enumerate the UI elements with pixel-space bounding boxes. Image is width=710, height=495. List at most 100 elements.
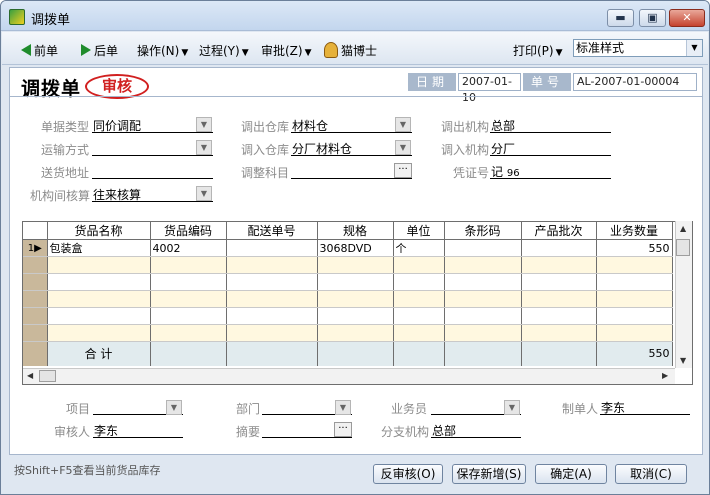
unaudit-button[interactable]: 反审核(O) xyxy=(373,464,443,484)
chevron-down-icon[interactable]: ▼ xyxy=(196,140,212,155)
chevron-down-icon[interactable]: ▼ xyxy=(196,117,212,132)
column-header[interactable]: 业务数量 xyxy=(596,222,673,240)
table-cell[interactable] xyxy=(521,290,597,308)
table-row[interactable] xyxy=(23,273,673,291)
table-cell[interactable] xyxy=(317,307,394,325)
row-header[interactable] xyxy=(23,256,48,274)
scroll-right-icon[interactable]: ▶ xyxy=(662,371,668,380)
table-cell[interactable]: 3068DVD xyxy=(317,239,394,257)
row-header[interactable] xyxy=(23,307,48,325)
table-cell[interactable] xyxy=(226,256,318,274)
row-header[interactable]: 1▶ xyxy=(23,239,48,257)
column-header[interactable]: 规格 xyxy=(317,222,394,240)
next-button[interactable]: 后单 xyxy=(81,42,118,59)
column-header[interactable]: 配送单号 xyxy=(226,222,318,240)
chevron-down-icon[interactable]: ▼ xyxy=(395,140,411,155)
table-cell[interactable] xyxy=(317,256,394,274)
table-cell[interactable] xyxy=(444,239,522,257)
table-cell[interactable] xyxy=(47,273,151,291)
table-cell[interactable] xyxy=(444,273,522,291)
chevron-down-icon[interactable]: ▼ xyxy=(504,400,520,415)
maximize-button[interactable]: ▣ xyxy=(639,9,666,27)
branch-field[interactable]: 总部 xyxy=(431,422,521,438)
column-header[interactable]: 条形码 xyxy=(444,222,522,240)
column-header[interactable]: 单位 xyxy=(393,222,445,240)
table-cell[interactable] xyxy=(226,307,318,325)
table-cell[interactable] xyxy=(393,256,445,274)
process-menu[interactable]: 过程(Y) ▼ xyxy=(199,42,249,59)
table-cell[interactable] xyxy=(393,290,445,308)
table-cell[interactable] xyxy=(444,256,522,274)
table-cell[interactable] xyxy=(596,324,673,342)
voucher-field[interactable]: 记 96 xyxy=(490,163,611,179)
table-row[interactable]: 1▶ 包装盒 4002 3068DVD 个 550 xyxy=(23,239,673,257)
table-cell[interactable] xyxy=(444,307,522,325)
row-header[interactable] xyxy=(23,324,48,342)
table-cell[interactable] xyxy=(393,273,445,291)
table-cell[interactable] xyxy=(150,324,227,342)
table-cell[interactable] xyxy=(596,290,673,308)
table-row[interactable] xyxy=(23,324,673,342)
table-cell[interactable] xyxy=(47,307,151,325)
table-cell[interactable] xyxy=(521,273,597,291)
helper-button[interactable]: 猫博士 xyxy=(324,42,377,59)
print-menu[interactable]: 打印(P) ▼ xyxy=(513,42,563,59)
chevron-down-icon[interactable]: ▼ xyxy=(395,117,411,132)
table-cell[interactable] xyxy=(596,307,673,325)
in-warehouse-field[interactable]: 分厂材料仓 xyxy=(291,140,412,156)
table-row[interactable] xyxy=(23,290,673,308)
table-cell[interactable] xyxy=(393,324,445,342)
date-field[interactable]: 2007-01-10 xyxy=(458,73,521,104)
table-cell[interactable] xyxy=(226,324,318,342)
doc-type-field[interactable]: 同价调配 xyxy=(92,117,213,133)
table-cell[interactable] xyxy=(150,256,227,274)
doc-no-field[interactable]: AL-2007-01-00004 xyxy=(573,73,697,91)
table-cell[interactable] xyxy=(226,273,318,291)
ship-address-field[interactable] xyxy=(92,163,213,179)
table-cell[interactable]: 550 xyxy=(596,239,673,257)
table-cell[interactable] xyxy=(596,256,673,274)
vertical-scroll-thumb[interactable] xyxy=(676,239,690,256)
table-cell[interactable]: 个 xyxy=(393,239,445,257)
operate-menu[interactable]: 操作(N) ▼ xyxy=(137,42,188,59)
table-cell[interactable] xyxy=(521,256,597,274)
row-header[interactable] xyxy=(23,273,48,291)
table-cell[interactable] xyxy=(521,307,597,325)
chevron-down-icon[interactable]: ▼ xyxy=(335,400,351,415)
table-cell[interactable] xyxy=(317,324,394,342)
table-cell[interactable] xyxy=(393,307,445,325)
table-cell[interactable] xyxy=(317,290,394,308)
table-cell[interactable] xyxy=(226,290,318,308)
table-cell[interactable] xyxy=(150,273,227,291)
table-cell[interactable] xyxy=(150,307,227,325)
table-cell[interactable] xyxy=(47,324,151,342)
table-cell[interactable] xyxy=(226,239,318,257)
table-cell[interactable] xyxy=(444,290,522,308)
table-row[interactable] xyxy=(23,256,673,274)
minimize-button[interactable]: ▬ xyxy=(607,9,634,27)
ellipsis-icon[interactable]: ··· xyxy=(394,163,412,178)
out-org-field[interactable]: 总部 xyxy=(490,117,611,133)
table-cell[interactable]: 4002 xyxy=(150,239,227,257)
save-new-button[interactable]: 保存新增(S) xyxy=(452,464,526,484)
in-org-field[interactable]: 分厂 xyxy=(490,140,611,156)
table-cell[interactable]: 包装盒 xyxy=(47,239,151,257)
print-style-select[interactable]: 标准样式 ▼ xyxy=(573,39,703,57)
scroll-left-icon[interactable]: ◀ xyxy=(27,371,33,380)
cancel-button[interactable]: 取消(C) xyxy=(615,464,687,484)
ellipsis-icon[interactable]: ··· xyxy=(334,422,352,437)
horizontal-scroll-thumb[interactable] xyxy=(39,370,56,382)
row-header[interactable] xyxy=(23,290,48,308)
table-row[interactable] xyxy=(23,307,673,325)
chevron-down-icon[interactable]: ▼ xyxy=(166,400,182,415)
grid-horizontal-scrollbar[interactable] xyxy=(23,368,675,384)
scroll-up-icon[interactable]: ▲ xyxy=(680,224,686,233)
close-button[interactable]: ✕ xyxy=(669,9,705,27)
transport-field[interactable] xyxy=(92,140,213,156)
inter-org-field[interactable]: 往来核算 xyxy=(92,186,213,202)
chevron-down-icon[interactable]: ▼ xyxy=(196,186,212,201)
table-cell[interactable] xyxy=(596,273,673,291)
ok-button[interactable]: 确定(A) xyxy=(535,464,607,484)
table-cell[interactable] xyxy=(444,324,522,342)
column-header[interactable]: 产品批次 xyxy=(521,222,597,240)
